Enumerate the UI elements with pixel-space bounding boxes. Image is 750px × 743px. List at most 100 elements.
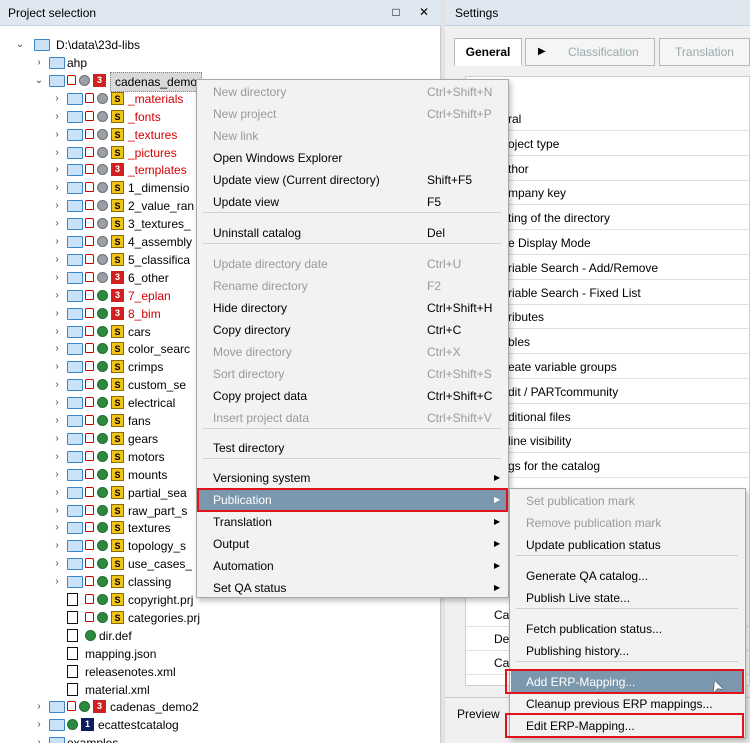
expand-icon[interactable]: ›	[52, 502, 62, 520]
context-menu-item[interactable]: New link	[198, 125, 507, 147]
tree-item[interactable]: Scategories.prj	[0, 609, 441, 627]
globe-icon	[97, 611, 108, 623]
folder-icon	[67, 468, 83, 481]
expand-icon[interactable]: ›	[34, 734, 44, 743]
context-menu-item[interactable]: Update view F5	[198, 191, 507, 213]
submenu-arrow-icon: ▶	[494, 539, 501, 548]
context-menu-item[interactable]: Automation ▶	[198, 555, 507, 577]
expand-icon[interactable]: ›	[52, 430, 62, 448]
context-menu-item[interactable]: Sort directory Ctrl+Shift+S	[198, 363, 507, 385]
menu-item-label: Test directory	[213, 441, 285, 455]
folder-icon	[67, 110, 83, 123]
expand-icon[interactable]: ›	[52, 484, 62, 502]
submenu-item[interactable]: Publish Live state...	[511, 587, 744, 609]
file-icon	[67, 610, 78, 624]
expand-icon[interactable]: ›	[52, 412, 62, 430]
expand-icon[interactable]: ›	[52, 179, 62, 197]
submenu-item[interactable]: Update publication status	[511, 534, 744, 556]
context-menu-item[interactable]: Uninstall catalog Del	[198, 222, 507, 244]
context-menu-item[interactable]: Insert project data Ctrl+Shift+V	[198, 407, 507, 429]
expand-icon[interactable]: ›	[52, 215, 62, 233]
submenu-item[interactable]: Set publication mark	[511, 490, 744, 512]
submenu-item[interactable]: Generate QA catalog...	[511, 565, 744, 587]
expand-icon[interactable]: ›	[52, 233, 62, 251]
tree-item[interactable]: › 1 ecattestcatalog	[0, 716, 441, 734]
context-menu-item[interactable]: New directory Ctrl+Shift+N	[198, 81, 507, 103]
menu-item-shortcut: Shift+F5	[427, 173, 473, 187]
submenu-item[interactable]: Publishing history...	[511, 640, 744, 662]
expand-icon[interactable]: ›	[52, 126, 62, 144]
tree-item[interactable]: releasenotes.xml	[0, 663, 441, 681]
tree-item[interactable]: dir.def	[0, 627, 441, 645]
submenu-item[interactable]: Edit ERP-Mapping...	[505, 713, 744, 738]
submenu-item[interactable]: Remove publication mark	[511, 512, 744, 534]
tree-item[interactable]: mapping.json	[0, 645, 441, 663]
tree-item[interactable]: › ahp	[0, 54, 441, 72]
context-menu-item[interactable]: Publication ▶	[197, 488, 508, 512]
expand-icon[interactable]: ›	[52, 108, 62, 126]
tree-item-label: color_searc	[128, 342, 191, 357]
context-menu-item[interactable]: Open Windows Explorer	[198, 147, 507, 169]
menu-item-label: Set QA status	[213, 581, 287, 595]
property-label: ral	[508, 112, 522, 126]
context-menu-item[interactable]: New project Ctrl+Shift+P	[198, 103, 507, 125]
expand-icon[interactable]: ›	[52, 394, 62, 412]
status-badge: S	[111, 521, 124, 535]
tab-translation[interactable]: Translation	[659, 38, 750, 66]
tree-item[interactable]: material.xml	[0, 681, 441, 699]
expand-icon[interactable]: ›	[52, 287, 62, 305]
menu-item-label: Open Windows Explorer	[213, 151, 343, 165]
expand-icon[interactable]: ›	[34, 54, 44, 72]
context-menu-item[interactable]: Set QA status ▶	[198, 577, 507, 599]
context-menu-item[interactable]: Translation ▶	[198, 511, 507, 533]
globe-icon	[97, 558, 108, 570]
expand-icon[interactable]: ›	[52, 323, 62, 341]
lock-icon	[85, 558, 94, 569]
expand-icon[interactable]: ›	[52, 90, 62, 108]
context-menu-item[interactable]: Test directory	[198, 437, 507, 459]
tree-item[interactable]: › examples	[0, 734, 441, 743]
expand-icon[interactable]: ›	[34, 716, 44, 734]
submenu-item[interactable]: Fetch publication status...	[511, 618, 744, 640]
collapse-icon[interactable]: ⌄	[34, 72, 44, 90]
context-menu-item[interactable]: Output ▶	[198, 533, 507, 555]
context-menu-item[interactable]: Move directory Ctrl+X	[198, 341, 507, 363]
context-menu-item[interactable]: Copy directory Ctrl+C	[198, 319, 507, 341]
expand-icon[interactable]: ›	[34, 698, 44, 716]
expand-icon[interactable]: ›	[52, 358, 62, 376]
tab-general[interactable]: General	[454, 38, 522, 66]
expand-icon[interactable]: ›	[52, 376, 62, 394]
expand-icon[interactable]: ›	[52, 305, 62, 323]
expand-icon[interactable]: ›	[52, 573, 62, 591]
property-label: oject type	[508, 136, 560, 151]
expand-icon[interactable]: ›	[52, 144, 62, 162]
expand-icon[interactable]: ›	[52, 555, 62, 573]
context-menu-item[interactable]: Update view (Current directory) Shift+F5	[198, 169, 507, 191]
tab-classification[interactable]: ▶ Classification	[525, 38, 655, 66]
expand-icon[interactable]: ›	[52, 269, 62, 287]
submenu-item[interactable]: Cleanup previous ERP mappings...	[511, 693, 744, 715]
expand-icon[interactable]: ›	[52, 161, 62, 179]
tree-root[interactable]: ⌄ D:\data\23d-libs	[0, 36, 441, 54]
preview-label[interactable]: Preview	[457, 707, 500, 721]
expand-icon[interactable]: ›	[52, 448, 62, 466]
context-menu-item[interactable]: Rename directory F2	[198, 275, 507, 297]
expand-icon[interactable]: ›	[52, 197, 62, 215]
context-menu-item[interactable]: Hide directory Ctrl+Shift+H	[198, 297, 507, 319]
submenu-item[interactable]: Add ERP-Mapping... ➤	[505, 669, 744, 695]
context-menu-item[interactable]: Copy project data Ctrl+Shift+C	[198, 385, 507, 407]
restore-icon[interactable]: □	[388, 4, 404, 20]
tree-item[interactable]: › 3 cadenas_demo2	[0, 698, 441, 716]
collapse-icon[interactable]: ⌄	[15, 36, 25, 54]
close-icon[interactable]: ✕	[416, 4, 432, 20]
context-menu-item[interactable]: Versioning system ▶	[198, 467, 507, 489]
expand-icon[interactable]: ›	[52, 537, 62, 555]
expand-icon[interactable]: ›	[52, 251, 62, 269]
status-badge: 3	[93, 73, 106, 87]
menu-item-label: Update view (Current directory)	[213, 173, 380, 187]
expand-icon[interactable]: ›	[52, 340, 62, 358]
context-menu-item[interactable]: Update directory date Ctrl+U	[198, 253, 507, 275]
expand-icon[interactable]: ›	[52, 466, 62, 484]
tree-item-label: 7_eplan	[128, 288, 171, 303]
expand-icon[interactable]: ›	[52, 519, 62, 537]
